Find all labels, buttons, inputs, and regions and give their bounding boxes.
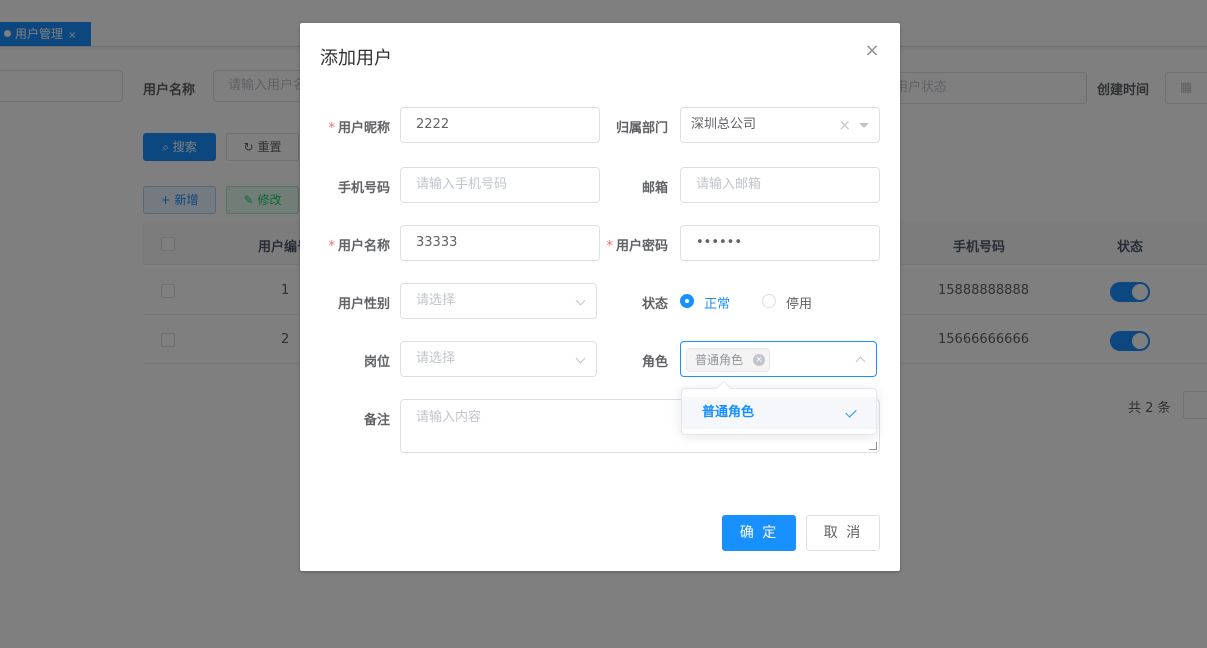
role-option-normal[interactable]: 普通角色 [682, 397, 876, 429]
tag-close-icon[interactable]: × [753, 354, 766, 366]
required-mark: * [328, 239, 335, 254]
caret-down-icon [859, 123, 869, 128]
nickname-label: * 用户昵称 [300, 117, 390, 136]
password-label: * 用户密码 [578, 235, 668, 254]
username-label-text: 用户名称 [337, 239, 390, 254]
add-user-dialog: 添加用户 × * 用户昵称 2222 归属部门 深圳总公司 × 手机号码 请输入手… [300, 23, 900, 571]
email-placeholder: 请输入邮箱 [696, 177, 762, 192]
cancel-button[interactable]: 取 消 [806, 515, 880, 551]
status-radio-disabled[interactable] [762, 294, 776, 308]
close-icon[interactable]: × [863, 42, 881, 60]
role-select[interactable]: 普通角色 × [680, 341, 877, 377]
username-input[interactable]: 33333 [400, 225, 600, 261]
dept-treeselect[interactable]: 深圳总公司 × [680, 107, 880, 143]
resize-handle-icon[interactable] [869, 442, 877, 450]
remark-placeholder: 请输入内容 [416, 410, 482, 425]
check-icon [845, 406, 857, 418]
dialog-title: 添加用户 [320, 48, 392, 69]
post-placeholder: 请选择 [416, 351, 456, 366]
required-mark: * [328, 121, 335, 136]
clear-icon[interactable]: × [838, 108, 851, 142]
role-option-label: 普通角色 [702, 405, 755, 420]
phone-placeholder: 请输入手机号码 [416, 177, 508, 192]
status-radio-normal-label[interactable]: 正常 [704, 293, 730, 312]
phone-input[interactable]: 请输入手机号码 [400, 167, 600, 203]
confirm-button[interactable]: 确 定 [722, 515, 796, 551]
remark-label: 备注 [363, 413, 390, 428]
gender-select[interactable]: 请选择 [400, 283, 597, 319]
email-input[interactable]: 请输入邮箱 [680, 167, 880, 203]
username-label: * 用户名称 [300, 235, 390, 254]
dept-value: 深圳总公司 [691, 117, 757, 132]
chevron-up-icon [855, 356, 866, 367]
gender-label: 用户性别 [337, 297, 390, 312]
role-dropdown: 普通角色 [681, 388, 877, 435]
status-label: 状态 [641, 297, 668, 312]
password-label-text: 用户密码 [615, 239, 668, 254]
status-radio-disabled-label[interactable]: 停用 [786, 293, 812, 312]
dept-label: 归属部门 [615, 121, 668, 136]
nickname-label-text: 用户昵称 [337, 121, 390, 136]
role-tag-label: 普通角色 [695, 353, 744, 367]
post-label: 岗位 [363, 355, 390, 370]
nickname-input[interactable]: 2222 [400, 107, 600, 143]
gender-placeholder: 请选择 [416, 293, 456, 308]
post-select[interactable]: 请选择 [400, 341, 597, 377]
role-label: 角色 [641, 355, 668, 370]
phone-label: 手机号码 [337, 181, 390, 196]
email-label: 邮箱 [641, 181, 668, 196]
status-radio-normal[interactable] [680, 294, 694, 308]
required-mark: * [606, 239, 613, 254]
password-input[interactable]: •••••• [680, 225, 880, 261]
role-tag: 普通角色 × [686, 348, 771, 372]
